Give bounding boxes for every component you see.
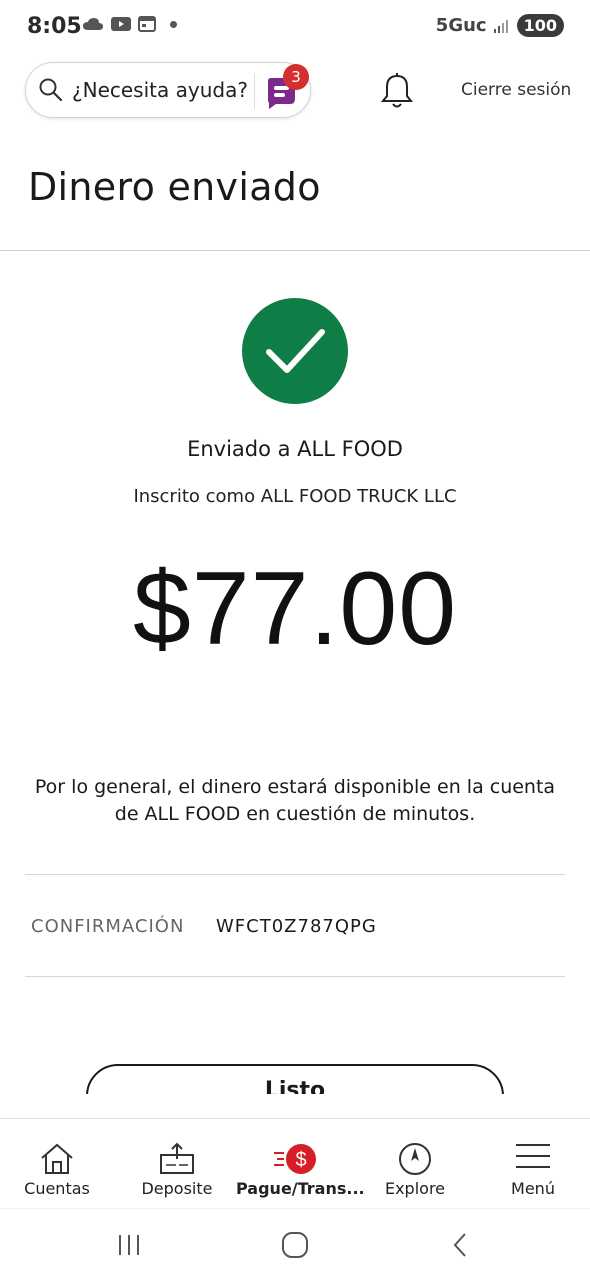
sent-to-label: Enviado a ALL FOOD: [187, 437, 403, 461]
compass-icon: [399, 1143, 431, 1175]
home-icon[interactable]: [281, 1231, 309, 1259]
availability-message: Por lo general, el dinero estará disponi…: [34, 776, 556, 825]
nav-label: Pague/Trans...: [236, 1179, 365, 1198]
bottom-nav: Cuentas Deposite $ Pague/Trans... Explor…: [0, 1118, 590, 1208]
svg-text:$: $: [295, 1149, 306, 1171]
calendar-icon: [138, 16, 156, 32]
back-icon[interactable]: [450, 1231, 470, 1259]
cloud-icon: [83, 18, 103, 30]
status-right: 5Guc 100: [436, 14, 564, 37]
status-notification-icons: [82, 16, 177, 32]
network-type: 5Guc: [435, 15, 487, 36]
recent-apps-icon[interactable]: [116, 1233, 142, 1257]
signout-link[interactable]: Cierre sesión: [461, 80, 571, 100]
nav-label: Deposite: [141, 1179, 213, 1198]
help-search-box[interactable]: ¿Necesita ayuda?: [25, 62, 311, 118]
bell-icon[interactable]: [380, 72, 414, 110]
youtube-icon: [111, 17, 131, 31]
search-icon: [39, 78, 63, 102]
assistant-badge: 3: [283, 64, 309, 90]
divider: [25, 976, 565, 977]
success-check-icon: [242, 298, 348, 404]
nav-item-menu[interactable]: Menú: [476, 1119, 590, 1209]
nav-item-explore[interactable]: Explore: [358, 1119, 472, 1209]
help-placeholder: ¿Necesita ayuda?: [72, 78, 248, 102]
page-title: Dinero enviado: [28, 165, 321, 209]
sent-amount: $77.00: [132, 551, 458, 667]
pay-transfer-icon: $: [274, 1144, 316, 1174]
nav-item-pay-transfer[interactable]: $ Pague/Trans...: [236, 1119, 365, 1209]
house-icon: [41, 1143, 73, 1174]
nav-label: Cuentas: [24, 1179, 90, 1198]
nav-label: Explore: [384, 1179, 446, 1198]
divider: [25, 874, 565, 875]
battery-indicator: 100: [516, 14, 564, 37]
nav-label: Menú: [511, 1179, 555, 1198]
help-divider: [254, 73, 255, 109]
hamburger-menu-icon: [516, 1144, 550, 1168]
signal-icon: [493, 19, 508, 33]
status-time: 8:05: [27, 14, 82, 39]
nav-item-deposit[interactable]: Deposite: [120, 1119, 234, 1209]
title-divider: [0, 250, 590, 251]
status-bar: 8:05 5Guc 100: [0, 0, 590, 56]
done-button[interactable]: Listo: [86, 1064, 504, 1094]
nav-item-accounts[interactable]: Cuentas: [0, 1119, 114, 1209]
done-button-clip: Listo: [0, 1060, 590, 1094]
deposit-icon: [160, 1142, 194, 1174]
confirmation-number: WFCT0Z787QPG: [216, 916, 377, 937]
more-notifications-dot: [170, 20, 177, 28]
system-nav-bar: [0, 1208, 590, 1280]
registered-as-label: Inscrito como ALL FOOD TRUCK LLC: [133, 486, 457, 507]
confirmation-label: CONFIRMACIÓN: [31, 916, 185, 937]
